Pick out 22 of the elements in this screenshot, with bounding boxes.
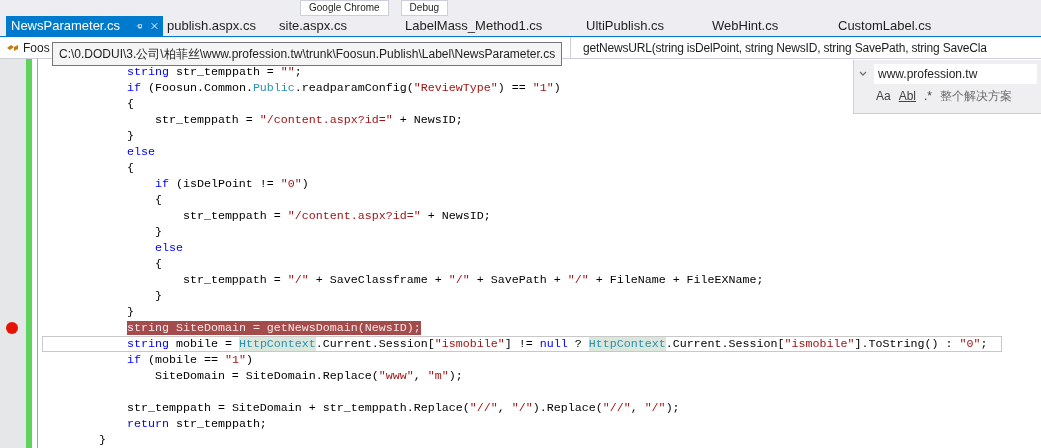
code-line: } bbox=[125, 128, 135, 144]
code-line: str_temppath = "/content.aspx?id=" + NewsID; bbox=[181, 208, 492, 224]
code-line: string str_temppath = ""; bbox=[125, 64, 303, 80]
code-line: str_temppath = "/content.aspx?id=" + NewsID; bbox=[153, 112, 464, 128]
code-line: str_temppath = SiteDomain + str_temppath.Replace("//", "/").Replace("//", "/"); bbox=[125, 400, 681, 416]
code-line: } bbox=[125, 304, 135, 320]
code-line: if (isDelPoint != "0") bbox=[153, 176, 310, 192]
code-line: } bbox=[153, 288, 163, 304]
code-line: else bbox=[153, 240, 184, 256]
code-line: { bbox=[125, 160, 135, 176]
code-line: { bbox=[125, 96, 135, 112]
code-line: SiteDomain = SiteDomain.Replace("www", "m"); bbox=[153, 368, 464, 384]
code-line: else bbox=[125, 144, 156, 160]
code-line: if (mobile == "1") bbox=[125, 352, 254, 368]
code-line: return str_temppath; bbox=[125, 416, 268, 432]
path-tooltip: C:\0.DODUI\3.公司\柏菲丝\www.profession.tw\trunk\Foosun.Publish\Label\NewsParameter.cs bbox=[52, 42, 563, 67]
code-line: { bbox=[153, 256, 163, 272]
code-line: { bbox=[153, 192, 163, 208]
code-line: str_temppath = "/" + SaveClassframe + "/" + SavePath + "/" + FileName + FileEXName; bbox=[181, 272, 765, 288]
code-line: } bbox=[97, 432, 107, 448]
code-line: } bbox=[153, 224, 163, 240]
code-line: if (Foosun.Common.Public.readparamConfig("ReviewType") == "1") bbox=[125, 80, 562, 96]
